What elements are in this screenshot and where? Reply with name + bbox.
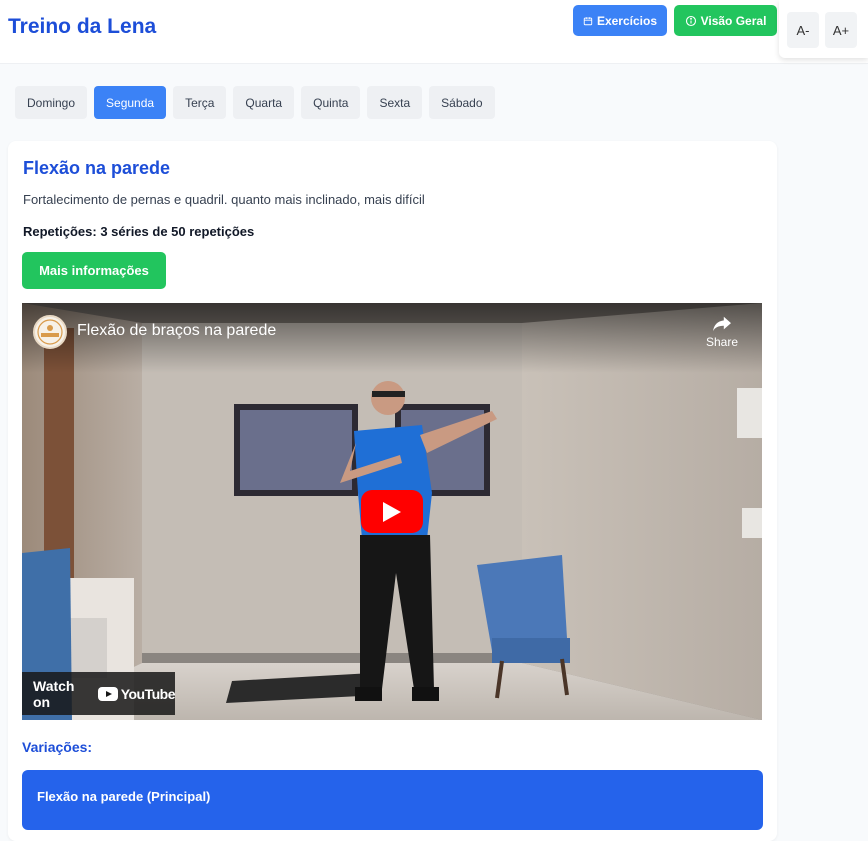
channel-logo-icon — [37, 319, 63, 345]
repetitions-value: 3 séries de 50 repetições — [100, 224, 255, 239]
video-player[interactable]: Flexão de braços na parede Share Watch o… — [22, 303, 762, 720]
info-icon — [685, 15, 696, 26]
play-icon — [383, 501, 401, 522]
share-button[interactable]: Share — [702, 315, 742, 349]
tab-quinta[interactable]: Quinta — [301, 86, 361, 119]
font-increase-button[interactable]: A+ — [825, 12, 857, 48]
tab-domingo[interactable]: Domingo — [15, 86, 88, 119]
exercise-description: Fortalecimento de pernas e quadril. quan… — [23, 192, 425, 207]
day-tabs: Domingo Segunda Terça Quarta Quinta Sext… — [15, 86, 495, 119]
tab-segunda[interactable]: Segunda — [94, 86, 167, 119]
watch-on-label: Watch on — [33, 677, 75, 710]
tab-terca[interactable]: Terça — [173, 86, 227, 119]
exercicios-button[interactable]: Exercícios — [573, 5, 667, 36]
page-title: Treino da Lena — [8, 15, 157, 38]
variation-item-label: Flexão na parede (Principal) — [37, 789, 211, 804]
visao-geral-button-label: Visão Geral — [700, 13, 767, 28]
share-label: Share — [705, 335, 739, 349]
exercise-card: Flexão na parede Fortalecimento de perna… — [8, 141, 777, 841]
video-title[interactable]: Flexão de braços na parede — [77, 322, 276, 340]
watch-on-youtube-link[interactable]: Watch on YouTube — [22, 672, 176, 715]
exercise-repetitions: Repetições: 3 séries de 50 repetições — [23, 224, 254, 239]
tab-quarta[interactable]: Quarta — [233, 86, 295, 119]
font-size-controls: A- A+ — [779, 0, 868, 58]
tab-sexta[interactable]: Sexta — [367, 86, 423, 119]
youtube-wordmark: YouTube — [120, 685, 176, 702]
variation-item[interactable]: Flexão na parede (Principal) — [22, 770, 763, 830]
calendar-icon — [583, 16, 593, 25]
more-info-button[interactable]: Mais informações — [22, 252, 166, 289]
tab-sabado[interactable]: Sábado — [429, 86, 495, 119]
font-decrease-button[interactable]: A- — [787, 12, 819, 48]
share-arrow-icon — [713, 316, 731, 332]
channel-avatar[interactable] — [33, 315, 67, 349]
visao-geral-button[interactable]: Visão Geral — [674, 5, 777, 36]
variations-title: Variações: — [22, 739, 93, 755]
play-button[interactable] — [361, 490, 423, 533]
repetitions-label: Repetições: — [23, 224, 97, 239]
youtube-logo: YouTube — [97, 685, 176, 702]
exercise-title: Flexão na parede — [23, 158, 171, 178]
exercicios-button-label: Exercícios — [596, 13, 657, 28]
app-header: Treino da Lena Exercícios Visão Geral — [0, 0, 868, 64]
youtube-play-icon — [97, 686, 118, 701]
